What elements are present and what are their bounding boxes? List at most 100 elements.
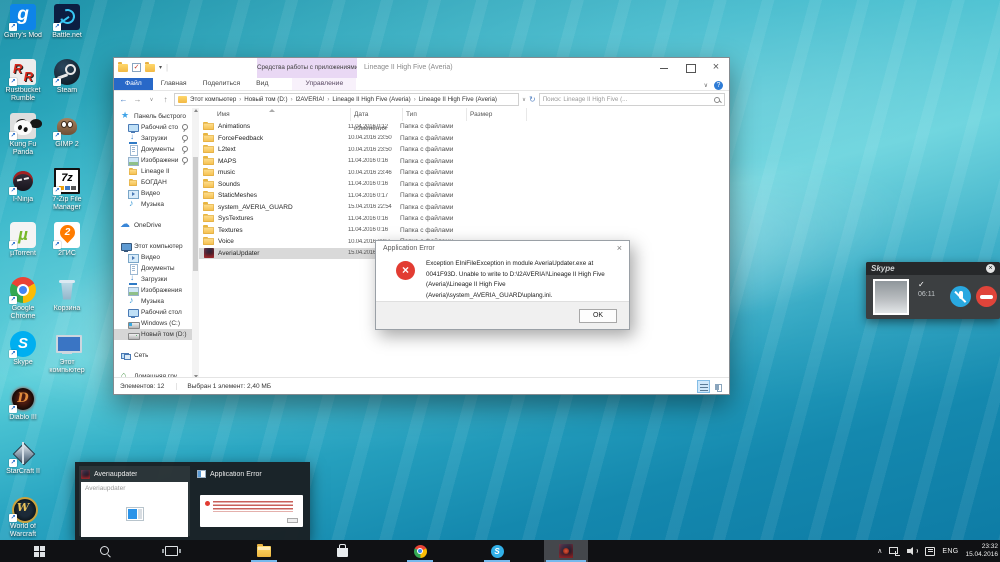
breadcrumb-segment[interactable]: Этот компьютер› <box>190 96 244 103</box>
preview-thumbnail[interactable]: Averiaupdater <box>81 482 188 537</box>
sidebar-item[interactable]: Музыка <box>114 296 199 307</box>
dialog-titlebar[interactable]: Application Error × <box>376 241 629 256</box>
close-icon[interactable]: × <box>617 244 622 253</box>
recent-locations-icon[interactable]: ∨ <box>146 95 157 105</box>
thumbnails-view-icon[interactable] <box>712 380 725 393</box>
desktop-icon[interactable]: Google Chrome <box>1 277 45 332</box>
new-folder-icon[interactable] <box>145 64 155 72</box>
ribbon-tab[interactable]: Вид <box>248 78 276 90</box>
properties-icon[interactable] <box>132 63 141 72</box>
ribbon-tab[interactable]: Управление <box>292 78 356 90</box>
sidebar-item[interactable]: Изображени <box>114 155 199 166</box>
sidebar-item[interactable]: Сеть <box>114 350 199 361</box>
desktop-icon[interactable]: 2ГИС <box>45 222 89 277</box>
desktop-icon[interactable]: 7-Zip File Manager <box>45 168 89 223</box>
sidebar-item[interactable]: Windows (C:) <box>114 318 199 329</box>
sidebar-item[interactable]: Видео <box>114 188 199 199</box>
sidebar-item[interactable]: Lineage II <box>114 166 199 177</box>
desktop-icon[interactable]: Этот компьютер <box>45 331 89 386</box>
sidebar-scrollbar[interactable] <box>192 108 199 379</box>
desktop-icon[interactable]: I-Ninja <box>1 168 45 223</box>
taskbar-button[interactable] <box>405 540 435 562</box>
maximize-button[interactable] <box>677 58 703 78</box>
end-call-button[interactable] <box>976 286 997 307</box>
volume-icon[interactable] <box>907 546 918 556</box>
search-box[interactable]: Поиск: Lineage II High Five (... <box>539 93 725 106</box>
taskbar-button[interactable] <box>90 540 120 562</box>
ribbon-tab[interactable]: Главная <box>153 78 195 90</box>
file-row[interactable]: L2text 10.04.2016 23:50 Папка с файлами <box>199 144 729 156</box>
explorer-titlebar[interactable]: ▾ | Средства работы с приложениями Linea… <box>114 58 729 78</box>
ok-button[interactable]: OK <box>579 309 617 323</box>
ribbon-expand-icon[interactable]: ∨ <box>704 82 708 89</box>
breadcrumb-segment[interactable]: Lineage II High Five (Averia)› <box>332 96 418 103</box>
file-row[interactable]: MAPS 11.04.2016 0:16 Папка с файлами <box>199 156 729 168</box>
column-header-size[interactable]: Размер <box>467 108 527 121</box>
close-icon[interactable]: × <box>986 264 995 273</box>
taskbar-button[interactable] <box>544 540 588 562</box>
desktop-icon[interactable]: Корзина <box>45 277 89 332</box>
hidden-icons-chevron-icon[interactable]: ∧ <box>877 547 882 555</box>
mute-microphone-button[interactable] <box>950 286 971 307</box>
preview-panel-application-error[interactable]: Application Error <box>195 466 306 536</box>
sidebar-item[interactable]: БОГДАН <box>114 177 199 188</box>
desktop-icon[interactable]: Battle.net <box>45 4 89 59</box>
desktop-icon[interactable]: StarCraft II <box>1 440 45 495</box>
breadcrumb-segment[interactable]: Новый том (D:)› <box>244 96 295 103</box>
desktop-icon[interactable]: µTorrent <box>1 222 45 277</box>
sidebar-item[interactable]: Рабочий сто <box>114 122 199 133</box>
breadcrumb-segment[interactable]: l2AVERIA!› <box>296 96 333 103</box>
breadcrumb-segment[interactable]: Lineage II High Five (Averia)› <box>419 96 497 103</box>
context-tab-header[interactable]: Средства работы с приложениями <box>257 58 357 78</box>
minimize-button[interactable] <box>651 58 677 78</box>
column-header-type[interactable]: Тип <box>403 108 467 121</box>
sidebar-item[interactable]: Музыка <box>114 199 199 210</box>
sidebar-item[interactable]: Рабочий стол <box>114 307 199 318</box>
address-box[interactable]: Этот компьютер›Новый том (D:)›l2AVERIA!›… <box>174 93 519 106</box>
file-row[interactable]: system_AVERIA_GUARD 15.04.2016 22:54 Пап… <box>199 202 729 214</box>
sidebar-item[interactable]: OneDrive <box>114 220 199 231</box>
sidebar-item[interactable]: Этот компьютер <box>114 241 199 252</box>
column-header-name[interactable]: Имя <box>199 108 351 121</box>
network-icon[interactable] <box>889 547 900 556</box>
sidebar-item[interactable]: Изображения <box>114 285 199 296</box>
desktop-icon[interactable]: GIMP 2 <box>45 113 89 168</box>
close-button[interactable] <box>703 58 729 78</box>
column-header-date[interactable]: Дата изменения <box>351 108 403 121</box>
search-icon[interactable] <box>713 96 721 104</box>
desktop-icon[interactable]: Diablo III <box>1 386 45 441</box>
language-indicator[interactable]: ENG <box>942 548 958 555</box>
taskbar-button[interactable] <box>249 540 279 562</box>
sidebar-item[interactable]: Загрузки <box>114 133 199 144</box>
folder-icon[interactable] <box>118 64 128 72</box>
sidebar-item[interactable]: Видео <box>114 252 199 263</box>
address-dropdown-icon[interactable]: ∨ <box>522 97 526 103</box>
sidebar-item[interactable]: Документы <box>114 144 199 155</box>
file-row[interactable]: Sounds 11.04.2016 0:16 Папка с файлами <box>199 179 729 191</box>
scrollbar-thumb[interactable] <box>193 157 198 271</box>
sidebar-item[interactable]: Документы <box>114 263 199 274</box>
action-center-icon[interactable] <box>925 547 935 556</box>
help-icon[interactable]: ? <box>714 81 723 90</box>
desktop-icon[interactable]: Garry's Mod <box>1 4 45 59</box>
taskbar-button[interactable] <box>156 540 186 562</box>
preview-panel-averiaupdater[interactable]: Averiaupdater Averiaupdater <box>79 466 190 536</box>
skype-popup-titlebar[interactable]: Skype × <box>866 262 1000 275</box>
sidebar-item[interactable]: Новый том (D:) <box>114 329 199 340</box>
back-icon[interactable]: ← <box>118 95 129 105</box>
ribbon-tab[interactable]: Поделиться <box>195 78 249 90</box>
sidebar-item[interactable]: Панель быстрого <box>114 111 199 122</box>
sidebar-item[interactable]: Загрузки <box>114 274 199 285</box>
taskbar-button[interactable] <box>24 540 54 562</box>
file-row[interactable]: Textures 11.04.2016 0:16 Папка с файлами <box>199 225 729 237</box>
scroll-up-icon[interactable] <box>194 109 198 112</box>
taskbar-button[interactable] <box>327 540 357 562</box>
desktop-icon[interactable]: Kung Fu Panda <box>1 113 45 168</box>
desktop-icon[interactable]: Skype <box>1 331 45 386</box>
file-row[interactable]: ForceFeedback 10.04.2016 23:50 Папка с ф… <box>199 133 729 145</box>
file-row[interactable]: SysTextures 11.04.2016 0:16 Папка с файл… <box>199 213 729 225</box>
refresh-icon[interactable]: ↻ <box>529 95 536 105</box>
preview-thumbnail[interactable] <box>197 482 304 537</box>
desktop-icon[interactable]: Rustbucket Rumble <box>1 59 45 114</box>
file-row[interactable]: music 10.04.2016 23:46 Папка с файлами <box>199 167 729 179</box>
